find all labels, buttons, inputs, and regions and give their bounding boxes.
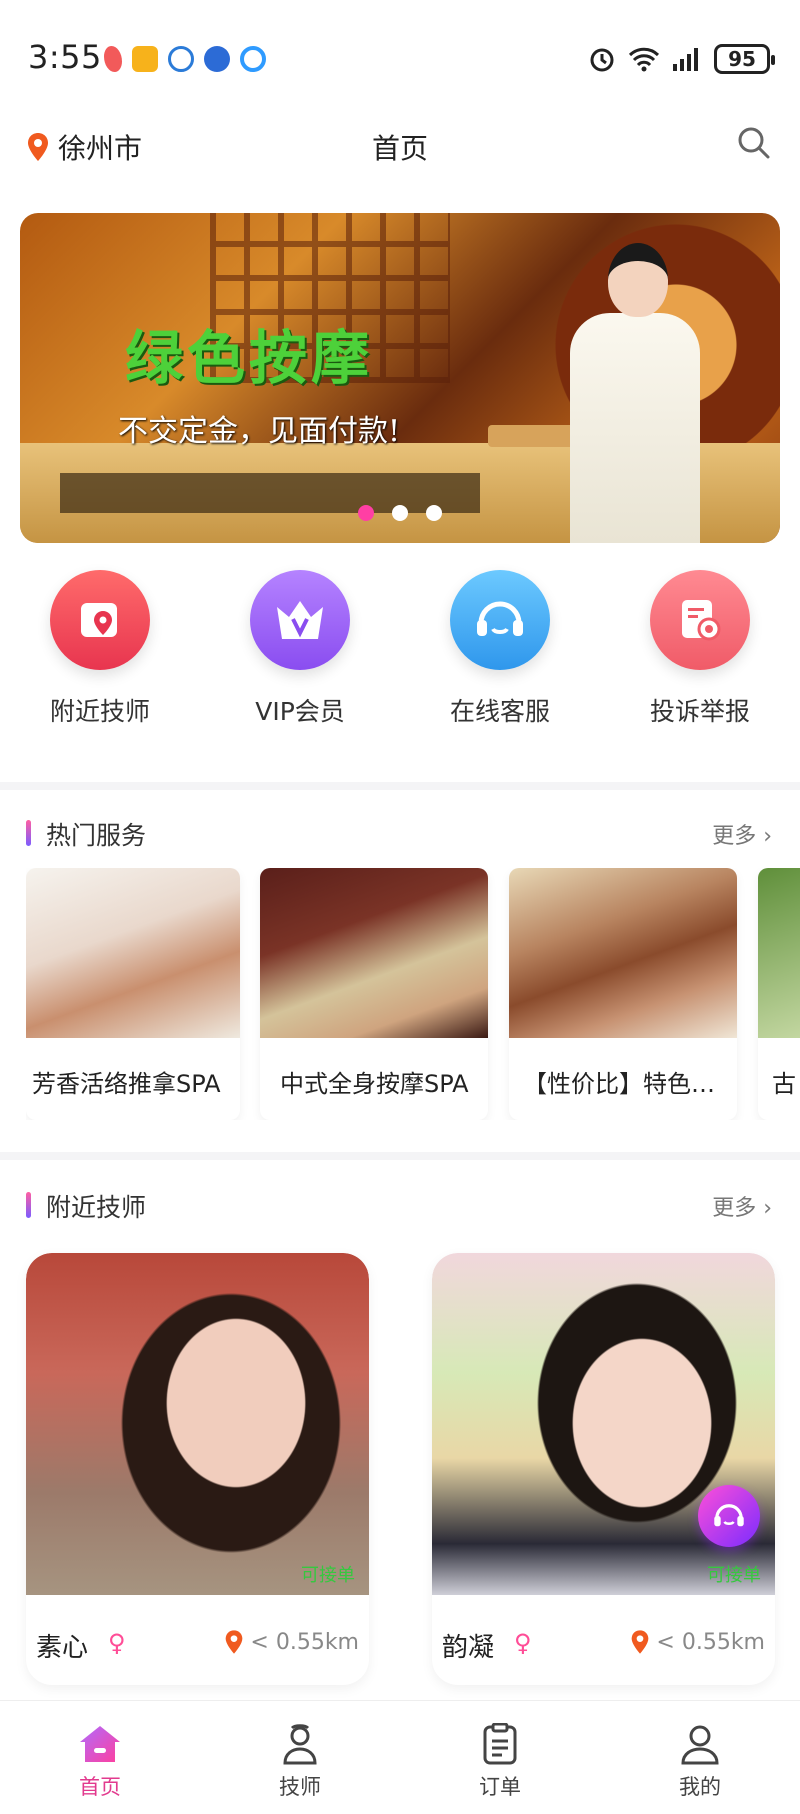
headset-icon: [477, 601, 523, 636]
home-icon: [80, 1726, 120, 1762]
quick-action-label: 投诉举报: [649, 697, 750, 726]
carousel-dot[interactable]: [358, 505, 374, 521]
distance-value: < 0.55km: [250, 1629, 359, 1655]
section-title: 附近技师: [46, 1193, 147, 1222]
app-icon: [204, 46, 230, 72]
quick-action-label: 附近技师: [49, 697, 150, 726]
service-image: [260, 868, 488, 1038]
nav-label: 订单: [479, 1775, 521, 1799]
technician-name: 素心: [36, 1633, 89, 1663]
app-notification-icon: [104, 46, 122, 72]
technician-photo: [26, 1253, 369, 1595]
service-card[interactable]: 【性价比】特色…: [509, 868, 737, 1120]
section-accent-bar: [26, 1192, 31, 1218]
carousel-indicator: [20, 505, 780, 521]
page-title: 首页: [371, 132, 428, 165]
hot-services-carousel[interactable]: 芳香活络推拿SPA 中式全身按摩SPA 【性价比】特色… 古: [26, 868, 800, 1120]
hot-services-more-link[interactable]: 更多 ›: [712, 818, 772, 850]
quick-action-vip[interactable]: VIP会员: [200, 570, 400, 730]
banner-title: 绿色按摩: [125, 324, 374, 392]
carousel-dot[interactable]: [426, 505, 442, 521]
quick-action-report[interactable]: 投诉举报: [600, 570, 800, 730]
report-icon: [682, 600, 721, 641]
nearby-technicians-header: 附近技师 更多 ›: [0, 1184, 800, 1224]
quick-action-label: 在线客服: [449, 697, 550, 726]
technician-card[interactable]: 可接单 韵凝 ♀ < 0.55km: [432, 1253, 775, 1685]
floating-support-button[interactable]: [698, 1485, 760, 1547]
service-name: 中式全身按摩SPA: [280, 1070, 469, 1098]
mail-icon: [132, 46, 158, 72]
headset-icon: [714, 1504, 744, 1527]
distance-value: < 0.55km: [656, 1629, 765, 1655]
quick-action-label: VIP会员: [255, 697, 345, 726]
hot-services-header: 热门服务 更多 ›: [0, 812, 800, 852]
browser-icon: [240, 46, 266, 72]
alarm-icon: [590, 48, 614, 72]
female-icon: ♀: [514, 1629, 532, 1657]
promo-banner[interactable]: 绿色按摩 不交定金，见面付款!: [20, 213, 780, 543]
banner-therapist-figure: [560, 243, 710, 543]
status-time: 3:55: [28, 38, 102, 76]
profile-icon: [681, 1725, 719, 1765]
section-title: 热门服务: [46, 821, 147, 850]
availability-status: 可接单: [707, 1565, 761, 1586]
service-image: [758, 868, 800, 1038]
search-icon[interactable]: [734, 123, 774, 163]
service-image: [26, 868, 240, 1038]
quick-action-support[interactable]: 在线客服: [400, 570, 600, 730]
technician-card[interactable]: 可接单 素心 ♀ < 0.55km: [26, 1253, 369, 1685]
location-pin-icon: [632, 1630, 649, 1654]
nav-label: 我的: [679, 1775, 721, 1799]
nearby-more-link[interactable]: 更多 ›: [712, 1190, 772, 1222]
availability-status: 可接单: [301, 1565, 355, 1586]
section-divider: [0, 1152, 800, 1160]
section-divider: [0, 782, 800, 790]
wifi-icon: [628, 47, 660, 72]
signal-icon: [673, 48, 698, 71]
system-status: 95: [588, 44, 775, 74]
service-name: 古: [772, 1070, 796, 1098]
nav-label: 首页: [79, 1775, 121, 1799]
nav-orders[interactable]: 订单: [400, 1701, 600, 1814]
service-name: 芳香活络推拿SPA: [32, 1070, 221, 1098]
location-pin-icon: [226, 1630, 243, 1654]
top-header: 徐州市 首页: [0, 115, 800, 175]
service-image: [509, 868, 737, 1038]
service-card[interactable]: 古: [758, 868, 800, 1120]
nav-technician[interactable]: 技师: [200, 1701, 400, 1814]
service-card[interactable]: 芳香活络推拿SPA: [26, 868, 240, 1120]
technician-distance: < 0.55km: [630, 1629, 765, 1655]
technician-distance: < 0.55km: [224, 1629, 359, 1655]
nav-home[interactable]: 首页: [0, 1701, 200, 1814]
banner-subtitle: 不交定金，见面付款!: [118, 414, 401, 449]
quick-actions: 附近技师 VIP会员 在线客服 投诉举报: [0, 570, 800, 730]
bottom-navigation: 首页 技师 订单 我的: [0, 1700, 800, 1814]
status-bar: 3:55 95: [0, 0, 800, 110]
map-pin-icon: [81, 603, 117, 637]
orders-icon: [483, 1723, 517, 1765]
technician-icon: [283, 1724, 317, 1765]
service-name: 【性价比】特色…: [523, 1070, 715, 1098]
crown-icon: [277, 601, 323, 639]
carousel-dot[interactable]: [392, 505, 408, 521]
quick-action-nearby[interactable]: 附近技师: [0, 570, 200, 730]
chat-icon: [168, 46, 194, 72]
section-accent-bar: [26, 820, 31, 846]
notification-icons: [104, 46, 266, 72]
battery-indicator: 95: [714, 44, 775, 74]
battery-level: 95: [728, 47, 756, 71]
service-card[interactable]: 中式全身按摩SPA: [260, 868, 488, 1120]
nav-profile[interactable]: 我的: [600, 1701, 800, 1814]
technician-name: 韵凝: [442, 1633, 495, 1663]
nav-label: 技师: [279, 1775, 321, 1799]
female-icon: ♀: [108, 1629, 126, 1657]
